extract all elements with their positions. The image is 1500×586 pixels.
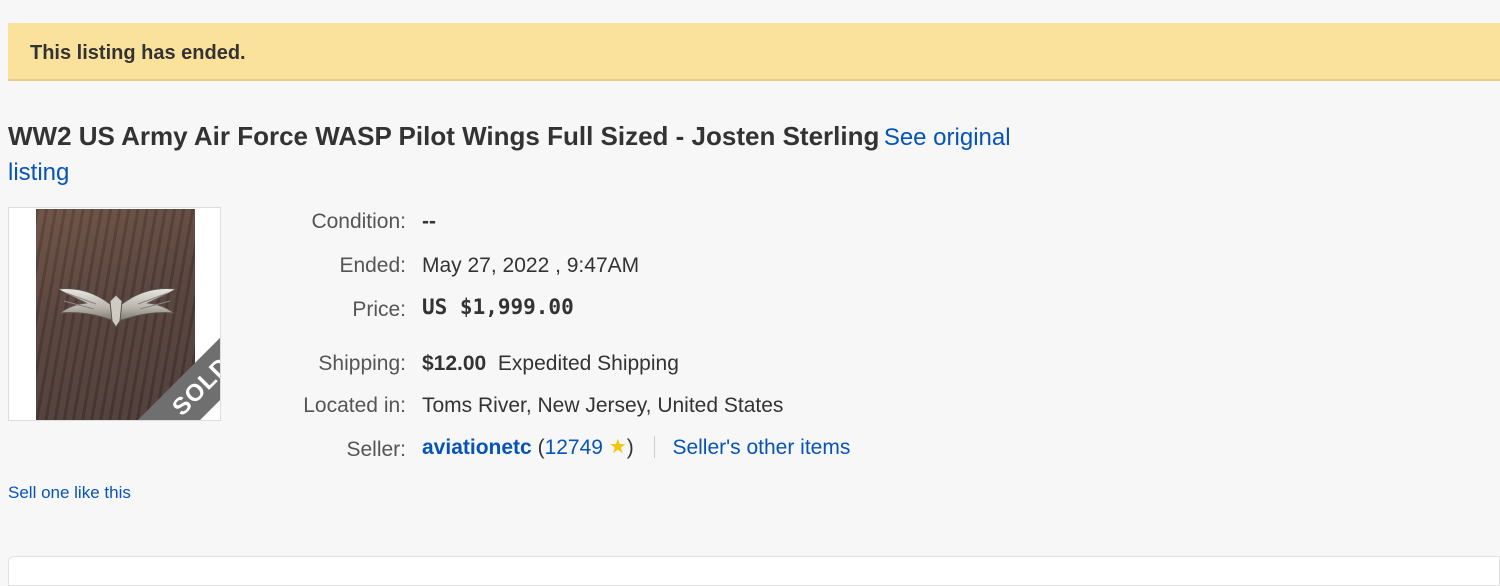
location-value: Toms River, New Jersey, United States (422, 394, 784, 417)
shipping-cost: $12.00 (422, 352, 487, 375)
seller-name-link[interactable]: aviationetc (422, 436, 532, 459)
condition-value: -- (422, 210, 436, 233)
price-label: Price: (352, 298, 406, 321)
ended-value: May 27, 2022 , 9:47AM (422, 254, 640, 277)
shipping-label: Shipping: (318, 352, 406, 375)
condition-label: Condition: (311, 210, 406, 233)
banner-message: This listing has ended. (30, 42, 246, 64)
seller-info: aviationetc (12749 ★) Seller's other ite… (422, 434, 850, 460)
feedback-close-paren: ) (626, 436, 634, 459)
sellers-other-items-link[interactable]: Seller's other items (672, 436, 850, 459)
shipping-method: Expedited Shipping (497, 352, 679, 375)
sell-one-like-this-link[interactable]: Sell one like this (8, 483, 131, 503)
seller-feedback-score[interactable]: 12749 (545, 436, 603, 459)
item-title: WW2 US Army Air Force WASP Pilot Wings F… (8, 121, 880, 151)
price-value: US $1,999.00 (422, 295, 574, 319)
location-label: Located in: (303, 394, 406, 417)
shipping-value: $12.00 Expedited Shipping (422, 352, 679, 376)
seller-label: Seller: (346, 438, 406, 461)
feedback-open-paren: ( (537, 436, 545, 459)
star-icon: ★ (608, 436, 627, 458)
listing-ended-banner: This listing has ended. (8, 23, 1500, 81)
ended-label: Ended: (339, 254, 406, 277)
divider (653, 436, 655, 458)
listing-title-block: WW2 US Army Air Force WASP Pilot Wings F… (8, 120, 1068, 192)
